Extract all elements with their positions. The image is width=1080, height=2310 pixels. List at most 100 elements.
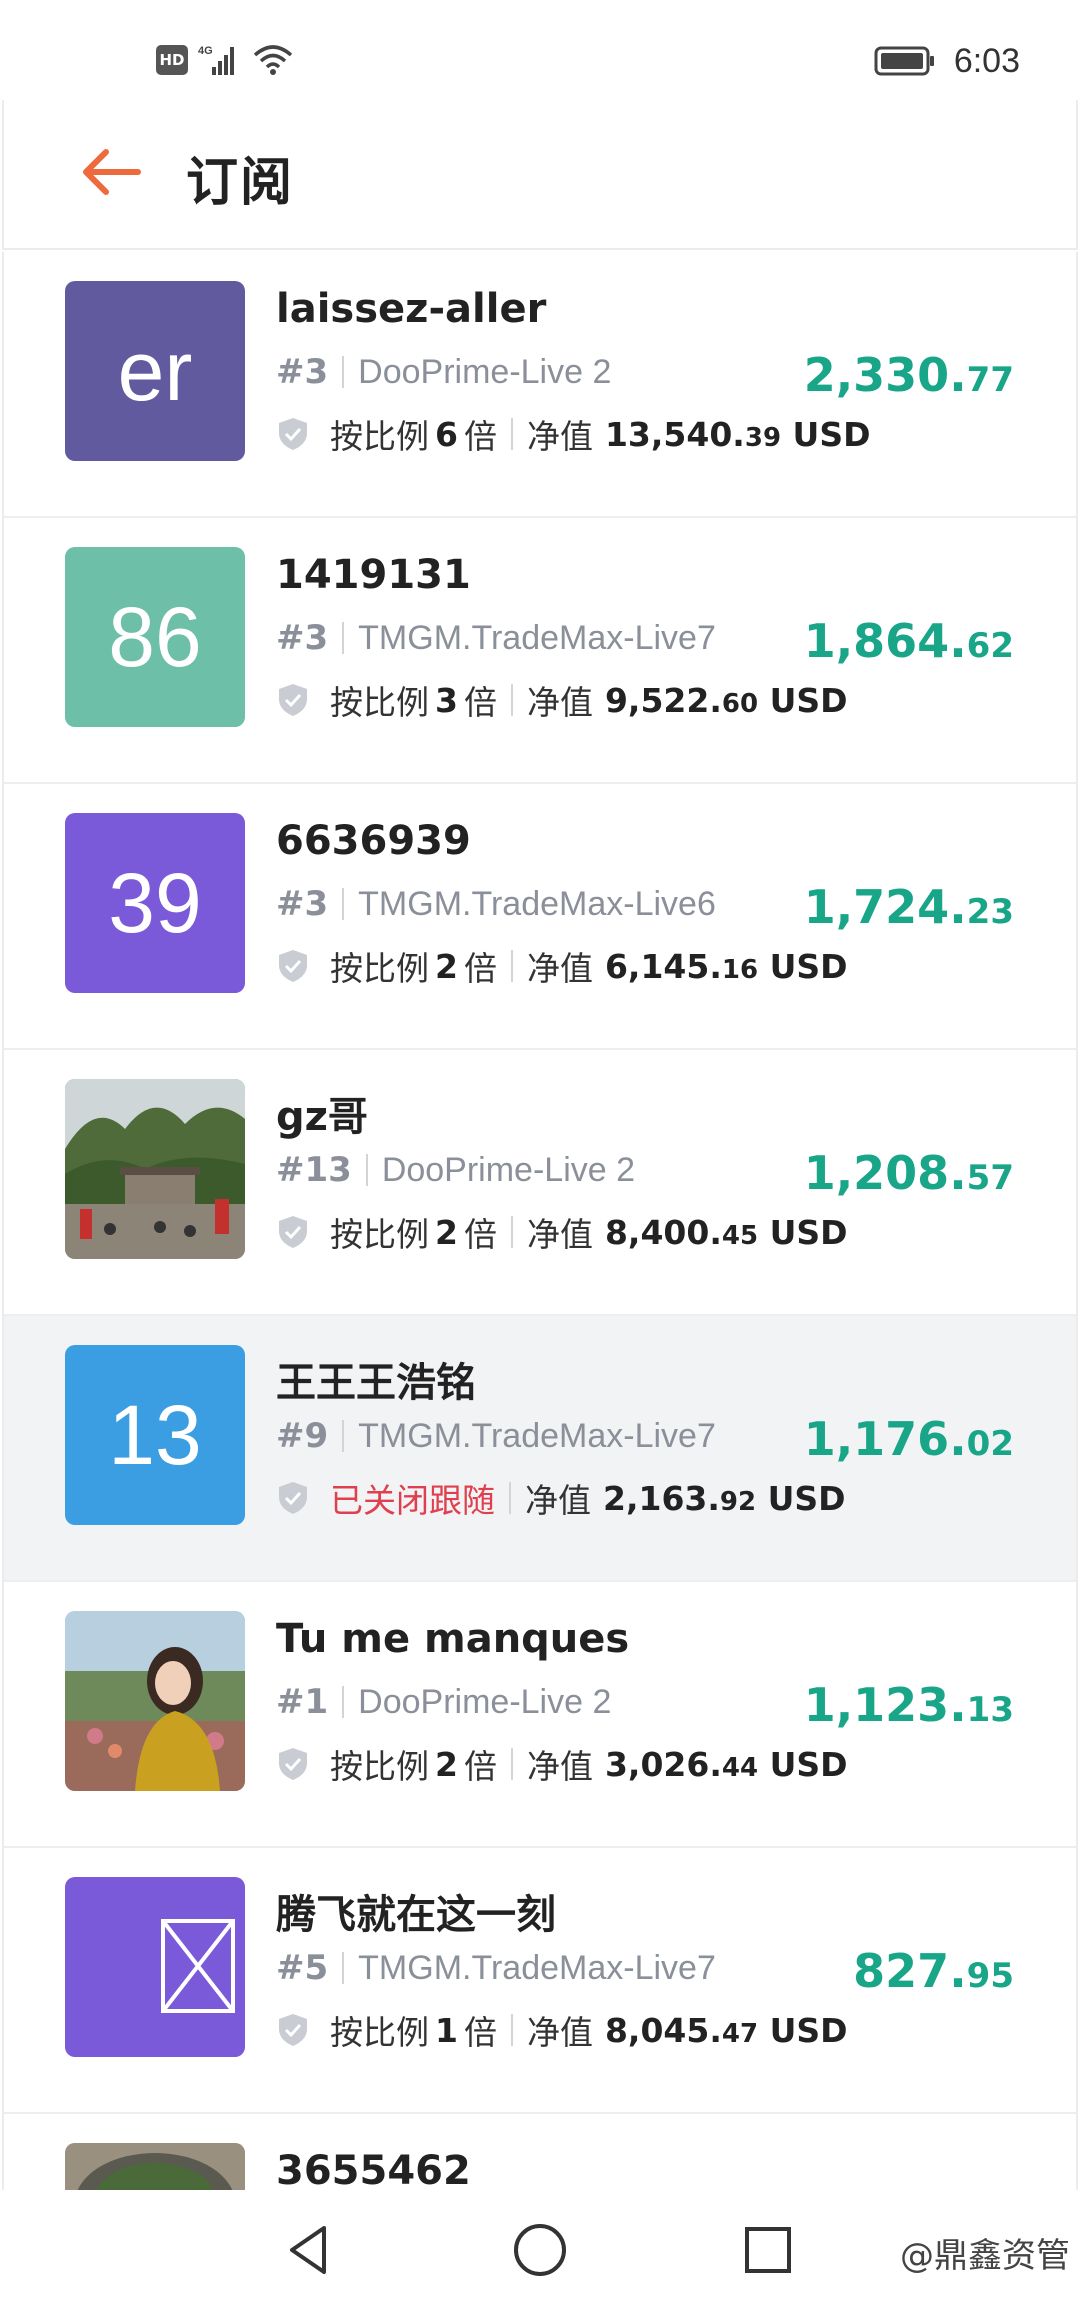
trader-name: 1419131 — [276, 552, 471, 598]
profit-value: 1,176.02 — [803, 1412, 1014, 1466]
equity-label: 净值 — [525, 1481, 591, 1520]
divider — [342, 1952, 345, 1984]
home-nav-icon[interactable] — [510, 2220, 570, 2280]
list-item[interactable]: 腾飞就在这一刻 #5 TMGM.TradeMax-Live7 按比例 1 倍 净… — [4, 1848, 1076, 2114]
broken-image-icon — [161, 1919, 235, 2013]
back-arrow-icon[interactable] — [80, 144, 144, 200]
list-item[interactable]: 39 6636939 #3 TMGM.TradeMax-Live6 按比例 2 … — [4, 784, 1076, 1050]
equity-label: 净值 — [526, 949, 593, 988]
divider — [342, 356, 345, 388]
copy-line: 已关闭跟随 净值 2,163.92 USD — [276, 1476, 846, 1520]
ratio-value: 2 — [435, 946, 458, 986]
avatar — [65, 1877, 245, 2057]
copy-line: 按比例 2 倍 净值 3,026.44 USD — [276, 1742, 848, 1786]
copy-line: 按比例 2 倍 净值 6,145.16 USD — [276, 944, 848, 988]
ratio-suffix: 倍 — [463, 683, 497, 722]
ratio-suffix: 倍 — [463, 1215, 497, 1254]
ratio-prefix: 按比例 — [330, 683, 429, 722]
equity-value: 8,045.47 USD — [604, 2010, 848, 2050]
equity-value: 2,163.92 USD — [603, 1478, 846, 1518]
avatar-text: 86 — [108, 589, 202, 684]
landscape-photo-icon — [65, 1079, 245, 1259]
profit-value: 827.95 — [853, 1944, 1014, 1998]
network-label: 4G — [198, 45, 213, 57]
rank-label: #3 — [276, 352, 329, 392]
trader-name: laissez-aller — [276, 286, 547, 332]
avatar: er — [65, 281, 245, 461]
copy-line: 按比例 6 倍 净值 13,540.39 USD — [276, 412, 871, 456]
profit-value: 1,864.62 — [803, 614, 1014, 668]
back-nav-icon[interactable] — [280, 2220, 340, 2280]
ratio-prefix: 按比例 — [330, 1215, 429, 1254]
ratio-value: 3 — [435, 680, 458, 720]
ratio-suffix: 倍 — [463, 2013, 497, 2052]
avatar-text: er — [117, 323, 193, 418]
app-screen: HD 4G 6:03 订阅 er laissez-aller #3 DooPri… — [0, 0, 1080, 2310]
divider — [342, 1420, 345, 1452]
divider — [510, 950, 513, 982]
equity-value: 6,145.16 USD — [604, 946, 848, 986]
recents-nav-icon[interactable] — [738, 2220, 798, 2280]
signal-icon: 4G — [198, 45, 234, 75]
list-item[interactable]: Tu me manques #1 DooPrime-Live 2 按比例 2 倍… — [4, 1582, 1076, 1848]
server-label: TMGM.TradeMax-Live7 — [358, 618, 716, 657]
equity-label: 净值 — [526, 683, 593, 722]
shield-icon — [279, 684, 307, 716]
ratio-value: 2 — [435, 1212, 458, 1252]
profit-value: 2,330.77 — [803, 348, 1014, 402]
avatar: 39 — [65, 813, 245, 993]
trader-name: 王王王浩铭 — [276, 1360, 476, 1406]
divider — [342, 622, 345, 654]
equity-value: 3,026.44 USD — [604, 1744, 848, 1784]
ratio-suffix: 倍 — [463, 417, 497, 456]
ratio-prefix: 按比例 — [330, 417, 429, 456]
trader-name: 3655462 — [276, 2148, 471, 2190]
ratio-value: 6 — [435, 414, 458, 454]
status-left: HD 4G — [156, 40, 294, 80]
equity-label: 净值 — [526, 417, 593, 456]
divider — [509, 1482, 511, 1514]
list-item[interactable]: 3655462 — [4, 2114, 1076, 2190]
profit-value: 1,208.57 — [803, 1146, 1014, 1200]
shield-icon — [279, 1748, 307, 1780]
shield-icon — [279, 418, 307, 450]
copy-line: 按比例 3 倍 净值 9,522.60 USD — [276, 678, 848, 722]
watermark-text: @鼎鑫资管 — [900, 2236, 1070, 2276]
avatar: 86 — [65, 547, 245, 727]
clock: 6:03 — [953, 41, 1020, 80]
page-title: 订阅 — [186, 153, 295, 213]
avatar-photo — [65, 1611, 245, 1791]
profit-value: 1,724.23 — [803, 880, 1014, 934]
divider — [510, 418, 513, 450]
subscription-list[interactable]: er laissez-aller #3 DooPrime-Live 2 按比例 … — [2, 252, 1078, 2190]
rank-label: #3 — [276, 884, 329, 924]
account-line: #1 DooPrime-Live 2 — [276, 1682, 611, 1722]
shield-icon — [279, 1216, 307, 1248]
avatar-text: 39 — [108, 855, 202, 950]
divider — [510, 1748, 513, 1780]
ratio-suffix: 倍 — [463, 949, 497, 988]
ratio-suffix: 倍 — [463, 1747, 497, 1786]
wifi-icon — [253, 45, 293, 75]
account-line: #3 TMGM.TradeMax-Live6 — [276, 884, 716, 924]
list-item[interactable]: gz哥 #13 DooPrime-Live 2 按比例 2 倍 净值 8,400… — [4, 1050, 1076, 1316]
rank-label: #5 — [276, 1948, 329, 1988]
copy-line: 按比例 2 倍 净值 8,400.45 USD — [276, 1210, 848, 1254]
trader-name: 6636939 — [276, 818, 471, 864]
avatar-photo — [65, 2143, 245, 2190]
divider — [510, 2014, 513, 2046]
profit-value: 1,123.13 — [803, 1678, 1014, 1732]
list-item[interactable]: 86 1419131 #3 TMGM.TradeMax-Live7 按比例 3 … — [4, 518, 1076, 784]
avatar-text: 13 — [108, 1387, 202, 1482]
equity-label: 净值 — [526, 1215, 593, 1254]
equity-value: 8,400.45 USD — [604, 1212, 848, 1252]
trader-name: 腾飞就在这一刻 — [276, 1892, 556, 1938]
divider — [510, 684, 513, 716]
ratio-prefix: 按比例 — [330, 1747, 429, 1786]
list-item[interactable]: er laissez-aller #3 DooPrime-Live 2 按比例 … — [4, 252, 1076, 518]
divider — [342, 888, 345, 920]
ratio-prefix: 按比例 — [330, 949, 429, 988]
equity-label: 净值 — [526, 2013, 593, 2052]
list-item[interactable]: 13 王王王浩铭 #9 TMGM.TradeMax-Live7 已关闭跟随 净值… — [4, 1316, 1076, 1582]
server-label: TMGM.TradeMax-Live6 — [358, 884, 716, 923]
